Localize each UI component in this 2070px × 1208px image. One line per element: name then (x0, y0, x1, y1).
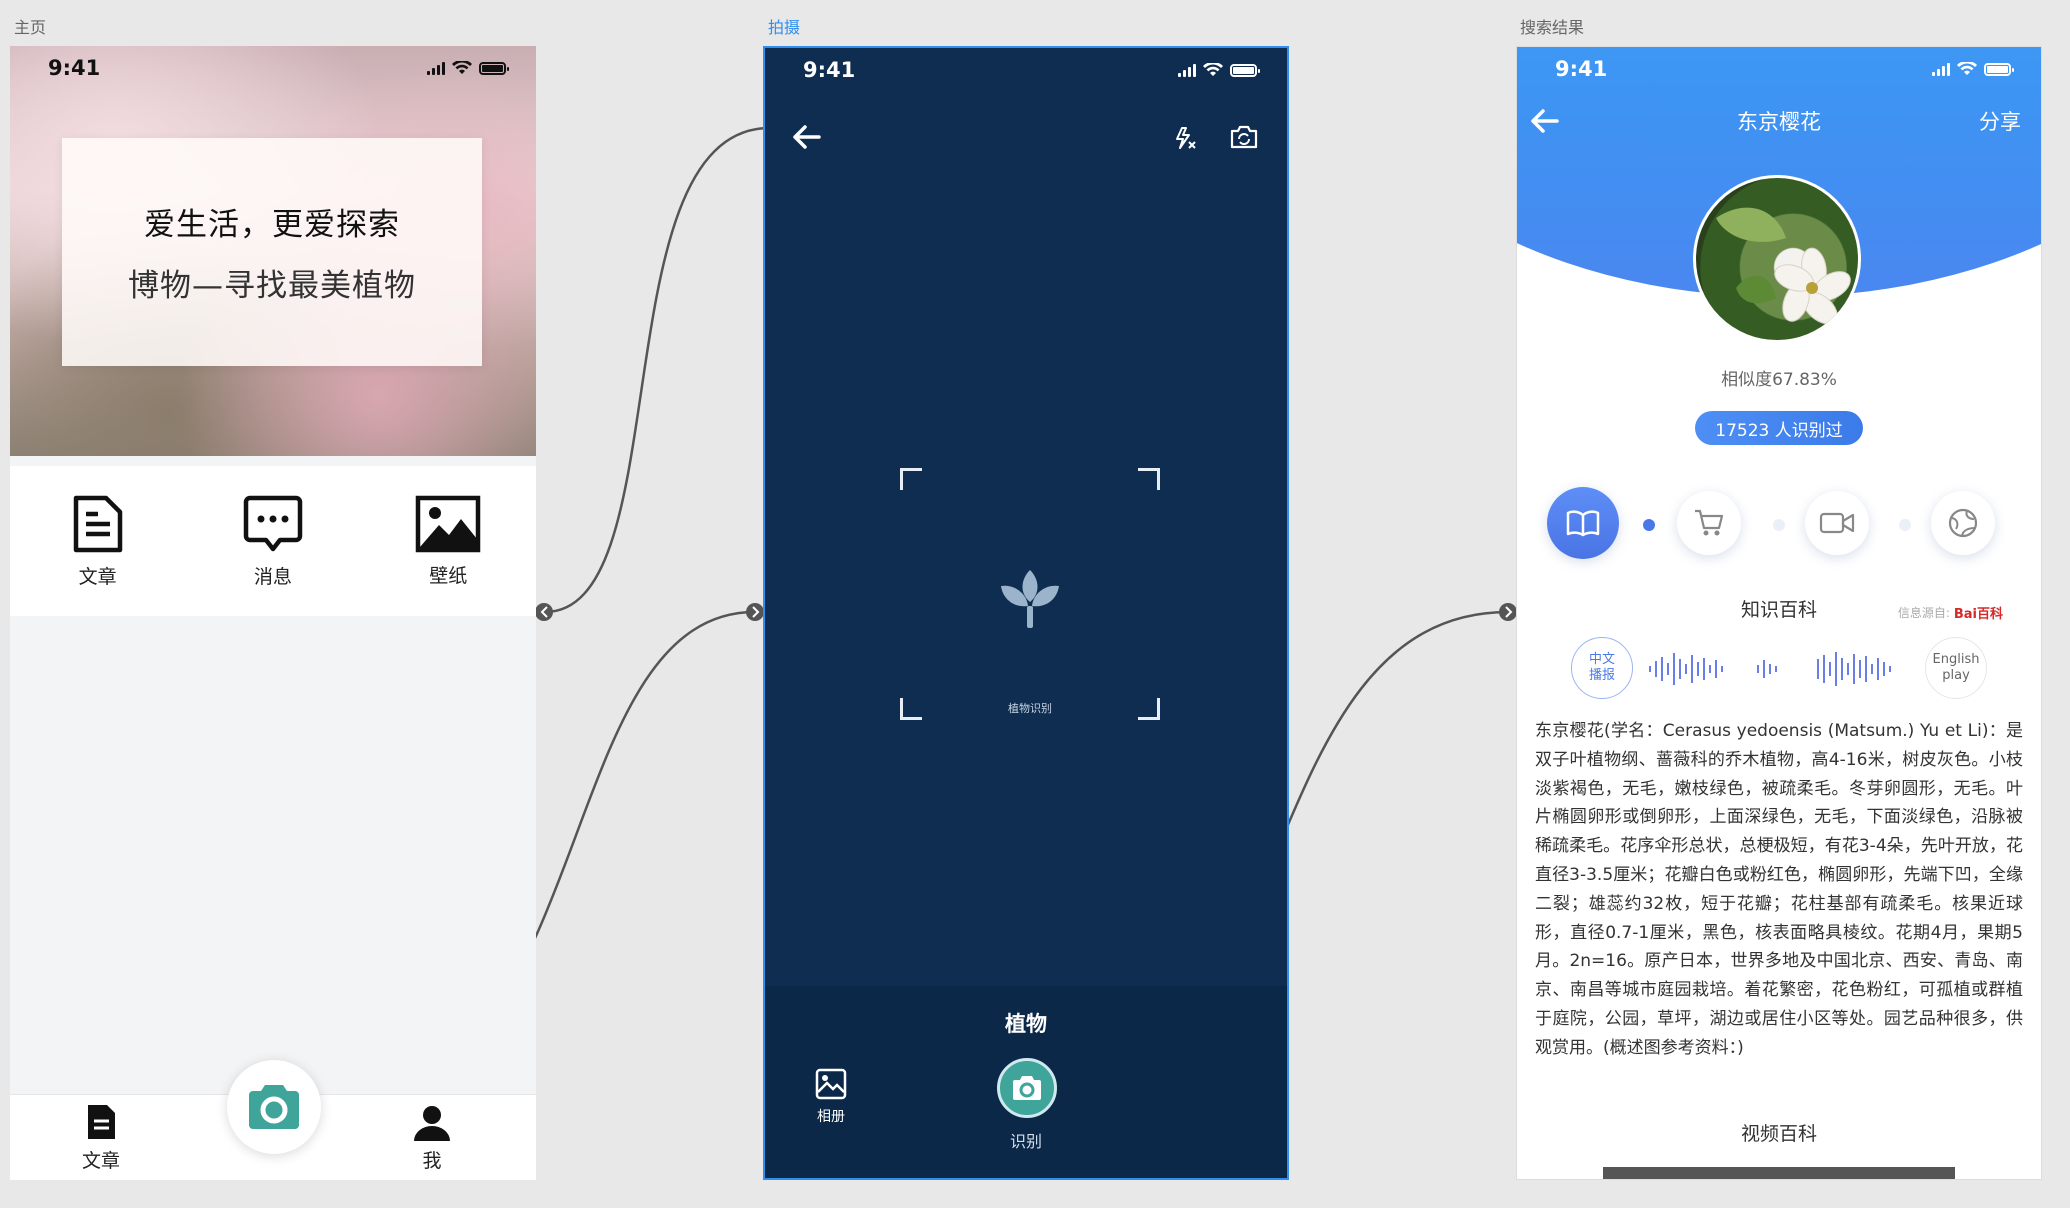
viewfinder-caption: 植物识别 (1008, 702, 1052, 715)
user-icon (414, 1106, 450, 1141)
shutter-button[interactable] (997, 1058, 1057, 1118)
battery-icon (1984, 62, 2014, 76)
video-thumbnail[interactable] (1603, 1167, 1955, 1179)
switch-camera-icon[interactable] (1229, 124, 1259, 150)
quick-message[interactable]: 消息 (213, 494, 333, 589)
gallery-icon (815, 1068, 847, 1100)
chinese-play-button[interactable]: 中文播报 (1571, 637, 1633, 699)
quick-wallpaper[interactable]: 壁纸 (388, 495, 508, 588)
signal-icon (1178, 63, 1196, 77)
flash-off-icon[interactable] (1173, 126, 1197, 150)
album-button[interactable]: 相册 (815, 1068, 847, 1126)
slogan-line-1: 爱生活，更爱探索 (144, 207, 400, 243)
share-button[interactable]: 分享 (1979, 106, 2021, 136)
video-icon (1819, 512, 1855, 534)
link-home-to-camera (544, 126, 771, 614)
quick-wallpaper-label: 壁纸 (429, 564, 468, 587)
plant-sprout-icon (1001, 570, 1059, 628)
battery-icon (1230, 63, 1260, 77)
hero-banner: 爱生活，更爱探索 博物—寻找最美植物 (10, 46, 536, 456)
quick-article[interactable]: 文章 (38, 494, 158, 589)
tab-indicator-dot (1643, 519, 1655, 531)
plant-description: 东京樱花(学名：Cerasus yedoensis (Matsum.) Yu e… (1535, 721, 2023, 1058)
shutter-label: 识别 (1009, 1132, 1042, 1151)
camera-screen: 9:41 植物识别 植物 相册 识别 (763, 46, 1289, 1180)
source-prefix: 信息源自: (1897, 606, 1950, 620)
home-screen: 爱生活，更爱探索 博物—寻找最美植物 9:41 文章 消息 壁纸 文章 我 (10, 46, 536, 1180)
quick-message-label: 消息 (253, 565, 292, 588)
audio-waveform (1649, 652, 1891, 686)
camera-button[interactable] (227, 1060, 321, 1154)
message-icon (243, 495, 303, 551)
back-arrow-icon[interactable] (791, 124, 821, 150)
quick-actions: 文章 消息 壁纸 (10, 466, 536, 616)
tab-video[interactable] (1805, 491, 1869, 555)
status-time: 9:41 (803, 58, 856, 82)
status-bar: 9:41 (765, 48, 1287, 92)
book-icon (1566, 510, 1600, 537)
document-icon (73, 495, 122, 552)
album-label: 相册 (817, 1109, 845, 1125)
frame-label-camera[interactable]: 拍摄 (768, 14, 800, 38)
page-title: 东京樱花 (1737, 110, 1821, 134)
source-brand: Bai百科 (1953, 607, 2003, 622)
viewfinder: 植物识别 (900, 468, 1160, 720)
wifi-icon (1203, 63, 1223, 76)
navigation-bar: 东京樱花 分享 (1517, 99, 2041, 143)
signal-icon (1932, 62, 1950, 76)
similarity-score: 相似度67.83% (1721, 370, 1837, 390)
english-play-button[interactable]: English play (1925, 637, 1987, 699)
cart-icon (1695, 509, 1724, 536)
mode-label[interactable]: 植物 (765, 1008, 1287, 1038)
signal-icon (427, 61, 445, 75)
status-time: 9:41 (1555, 57, 1608, 81)
tab-encyclopedia[interactable] (1547, 487, 1619, 559)
result-screen: 9:41 东京樱花 分享 相似度67.83% 17523 人识别过 知识百科 信… (1516, 46, 2042, 1180)
frame-label-result[interactable]: 搜索结果 (1520, 14, 1584, 38)
feature-tabs (1547, 487, 2011, 567)
tab-globe[interactable] (1931, 491, 1995, 555)
plant-photo (1693, 175, 1861, 343)
status-bar: 9:41 (10, 46, 536, 90)
source-attribution: 信息源自: Bai百科 (1898, 603, 2003, 622)
camera-icon (1013, 1076, 1041, 1100)
battery-icon (479, 61, 509, 75)
camera-toolbar (765, 116, 1287, 160)
document-icon (88, 1105, 115, 1139)
tab-shop[interactable] (1677, 491, 1741, 555)
tab-me-label: 我 (422, 1150, 442, 1172)
section-video-title: 视频百科 (1740, 1123, 1817, 1145)
audio-player: 中文播报 English play (1571, 637, 1987, 703)
status-time: 9:41 (48, 56, 101, 80)
globe-icon (1948, 508, 1978, 538)
quick-article-label: 文章 (78, 565, 117, 588)
frame-label-home[interactable]: 主页 (14, 14, 46, 38)
back-arrow-icon[interactable] (1529, 108, 1559, 134)
camera-bottom-bar: 植物 相册 识别 (765, 986, 1287, 1178)
tab-bar: 文章 我 (10, 1060, 536, 1180)
tab-me[interactable]: 我 (412, 1105, 452, 1173)
tab-article-label: 文章 (82, 1150, 121, 1172)
camera-icon (249, 1085, 299, 1129)
image-icon (416, 495, 481, 552)
cherry-blossom-icon (1716, 207, 1851, 325)
slogan-card: 爱生活，更爱探索 博物—寻找最美植物 (62, 138, 482, 366)
wifi-icon (452, 61, 472, 74)
status-bar: 9:41 (1517, 47, 2041, 91)
recognized-count-badge: 17523 人识别过 (1695, 411, 1863, 445)
slogan-line-2: 博物—寻找最美植物 (128, 268, 416, 304)
wifi-icon (1957, 62, 1977, 75)
tab-article[interactable]: 文章 (82, 1103, 120, 1173)
